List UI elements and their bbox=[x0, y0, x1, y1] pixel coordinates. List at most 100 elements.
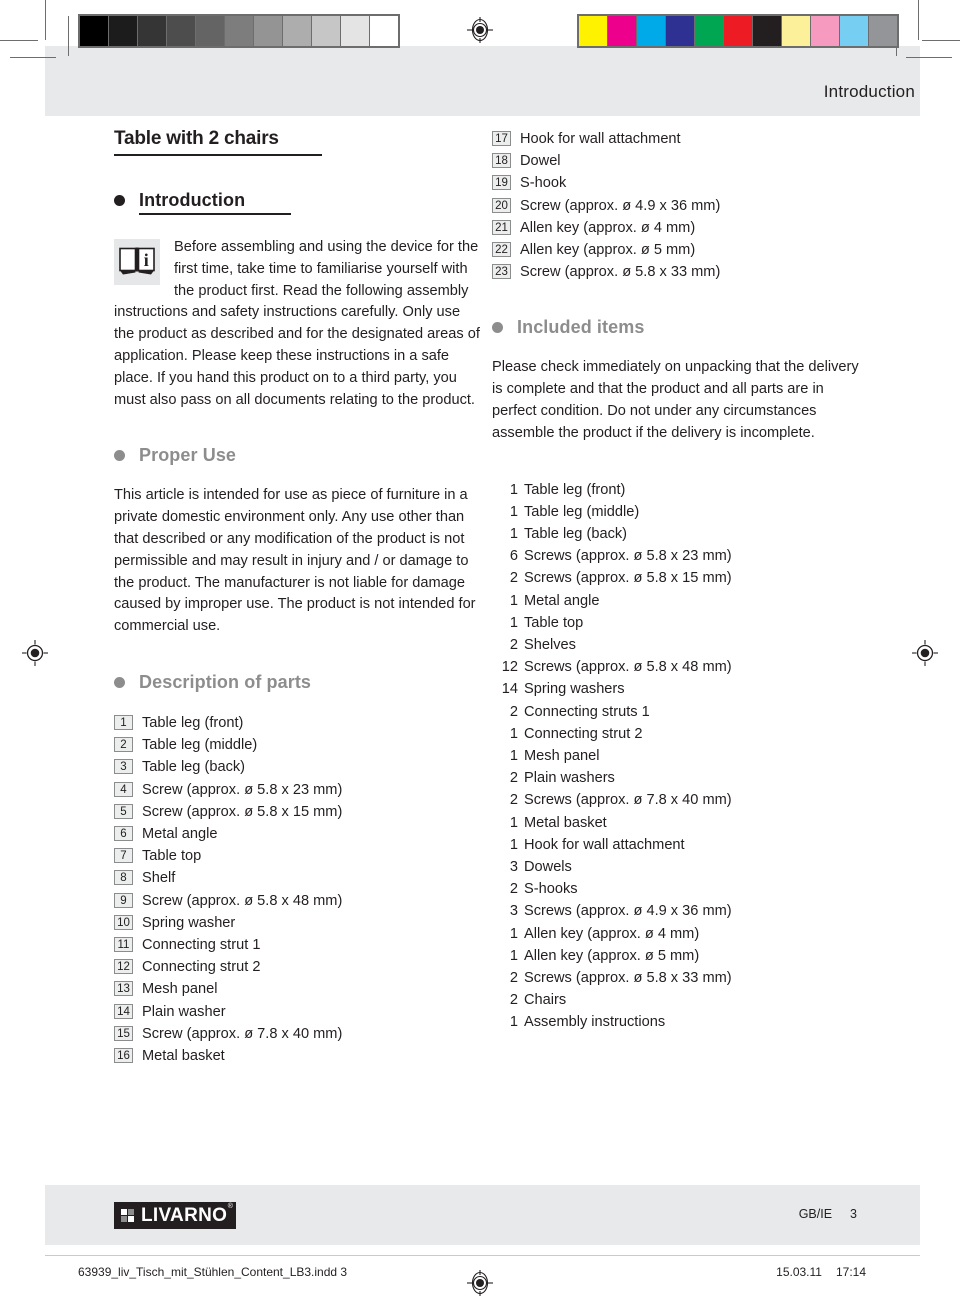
calibration-swatch bbox=[80, 16, 108, 46]
included-item: 14 Spring washers bbox=[492, 678, 862, 700]
included-item-quantity: 1 bbox=[509, 481, 518, 498]
included-item-label: Metal basket bbox=[524, 814, 607, 831]
included-items-paragraph: Please check immediately on unpacking th… bbox=[492, 359, 859, 441]
part-label: Table leg (front) bbox=[142, 714, 244, 731]
calibration-swatch bbox=[341, 16, 369, 46]
included-item-quantity: 2 bbox=[509, 770, 518, 787]
registration-mark-left bbox=[22, 640, 48, 666]
crop-mark-top-left-horizontal bbox=[0, 40, 38, 41]
calibration-swatch bbox=[753, 16, 781, 46]
part-number-box: 18 bbox=[492, 153, 511, 169]
included-item-label: Spring washers bbox=[524, 681, 625, 698]
included-item-label: Connecting struts 1 bbox=[524, 703, 650, 720]
page-title: Table with 2 chairs bbox=[114, 128, 279, 149]
section-heading-label: Description of parts bbox=[139, 671, 312, 692]
introduction-paragraph: Before assembling and using the device f… bbox=[114, 239, 480, 408]
included-item: 1 Assembly instructions bbox=[492, 1011, 862, 1033]
parts-list-item: 12 Connecting strut 2 bbox=[114, 956, 484, 978]
included-item-label: Table top bbox=[524, 614, 584, 631]
livarno-logo: LIVARNO ® bbox=[114, 1202, 237, 1229]
included-item: 2 Chairs bbox=[492, 989, 862, 1011]
section-heading-included-items: Included items bbox=[492, 317, 862, 338]
part-number-box: 6 bbox=[114, 825, 133, 841]
included-item-quantity: 2 bbox=[509, 881, 518, 898]
livarno-grid-icon bbox=[121, 1209, 134, 1222]
part-label: Connecting strut 2 bbox=[142, 959, 261, 976]
included-item-quantity: 2 bbox=[509, 570, 518, 587]
introduction-block: i Before assembling and using the device… bbox=[114, 237, 484, 411]
included-item: 2 Plain washers bbox=[492, 767, 862, 789]
section-heading-label: Introduction bbox=[139, 190, 246, 210]
parts-list-item: 2 Table leg (middle) bbox=[114, 734, 484, 756]
slug-filename: 63939_liv_Tisch_mit_Stühlen_Content_LB3.… bbox=[78, 1265, 348, 1279]
included-item-label: Screws (approx. ø 7.8 x 40 mm) bbox=[524, 792, 732, 809]
included-item: 6 Screws (approx. ø 5.8 x 23 mm) bbox=[492, 545, 862, 567]
calibration-swatch bbox=[138, 16, 166, 46]
parts-list-item: 13 Mesh panel bbox=[114, 978, 484, 1000]
part-label: Metal angle bbox=[142, 825, 218, 842]
included-item: 1 Mesh panel bbox=[492, 745, 862, 767]
included-item-label: Shelves bbox=[524, 637, 576, 654]
included-item: 2 Screws (approx. ø 7.8 x 40 mm) bbox=[492, 789, 862, 811]
calibration-swatch bbox=[724, 16, 752, 46]
slug-separator bbox=[45, 1255, 920, 1256]
part-number-box: 10 bbox=[114, 914, 133, 930]
included-item-label: Chairs bbox=[524, 992, 567, 1009]
calibration-swatch bbox=[782, 16, 810, 46]
calibration-swatch bbox=[666, 16, 694, 46]
manual-book-info-icon: i bbox=[114, 239, 160, 285]
section-heading-description-of-parts: Description of parts bbox=[114, 672, 484, 693]
included-item-quantity: 12 bbox=[501, 659, 518, 676]
included-item-label: Connecting strut 2 bbox=[524, 725, 643, 742]
description-of-parts-list: 1 Table leg (front) 2 Table leg (middle) 3 Ta… bbox=[114, 712, 484, 1067]
footer-page-number: 3 bbox=[850, 1207, 857, 1221]
included-item-quantity: 1 bbox=[509, 614, 518, 631]
included-item-quantity: 2 bbox=[509, 703, 518, 720]
parts-list-item: 1 Table leg (front) bbox=[114, 712, 484, 734]
included-item-quantity: 2 bbox=[509, 792, 518, 809]
part-number-box: 2 bbox=[114, 737, 133, 753]
included-item: 1 Hook for wall attachment bbox=[492, 834, 862, 856]
calibration-swatch bbox=[283, 16, 311, 46]
part-label: Plain washer bbox=[142, 1003, 226, 1020]
crop-mark-top-right-inner-horizontal bbox=[906, 57, 952, 58]
included-item-quantity: 1 bbox=[509, 836, 518, 853]
part-label: Spring washer bbox=[142, 914, 236, 931]
included-item-label: Screws (approx. ø 5.8 x 33 mm) bbox=[524, 970, 732, 987]
included-item-quantity: 1 bbox=[509, 725, 518, 742]
included-item: 1 Connecting strut 2 bbox=[492, 723, 862, 745]
parts-list-item: 5 Screw (approx. ø 5.8 x 15 mm) bbox=[114, 801, 484, 823]
included-item-label: Table leg (back) bbox=[524, 526, 628, 543]
part-label: Screw (approx. ø 5.8 x 15 mm) bbox=[142, 803, 343, 820]
calibration-swatch bbox=[840, 16, 868, 46]
crop-mark-top-left-inner-horizontal bbox=[10, 57, 56, 58]
included-item: 1 Allen key (approx. ø 4 mm) bbox=[492, 923, 862, 945]
slug-time: 17:14 bbox=[835, 1265, 866, 1279]
included-item: 1 Table leg (front) bbox=[492, 479, 862, 501]
parts-list-item: 19 S-hook bbox=[492, 172, 862, 194]
registration-mark-top bbox=[467, 17, 493, 43]
parts-list-item: 17 Hook for wall attachment bbox=[492, 128, 862, 150]
part-label: Metal basket bbox=[142, 1048, 225, 1064]
bullet-icon bbox=[492, 322, 503, 334]
part-number-box: 15 bbox=[114, 1025, 133, 1041]
parts-list-item: 11 Connecting strut 1 bbox=[114, 934, 484, 956]
part-number-box: 4 bbox=[114, 781, 133, 797]
included-item-label: Allen key (approx. ø 5 mm) bbox=[524, 947, 700, 964]
included-item-label: Dowels bbox=[524, 859, 572, 876]
part-number-box: 20 bbox=[492, 197, 511, 213]
page-title-rule bbox=[114, 154, 322, 156]
calibration-swatch bbox=[196, 16, 224, 46]
calibration-swatch bbox=[579, 16, 607, 46]
included-item-label: Table leg (middle) bbox=[524, 503, 640, 520]
crop-mark-top-left-inner-vertical bbox=[68, 16, 69, 56]
part-label: Table leg (back) bbox=[142, 759, 246, 776]
included-item-quantity: 1 bbox=[509, 748, 518, 765]
part-label: Allen key (approx. ø 5 mm) bbox=[520, 242, 696, 259]
part-number-box: 23 bbox=[492, 264, 511, 280]
included-items-list: 1 Table leg (front) 1 Table leg (middle) 1 Ta… bbox=[492, 479, 862, 1034]
included-item-quantity: 1 bbox=[509, 526, 518, 543]
svg-text:i: i bbox=[144, 250, 149, 270]
included-item-quantity: 1 bbox=[509, 503, 518, 520]
part-label: Screw (approx. ø 7.8 x 40 mm) bbox=[142, 1025, 343, 1042]
